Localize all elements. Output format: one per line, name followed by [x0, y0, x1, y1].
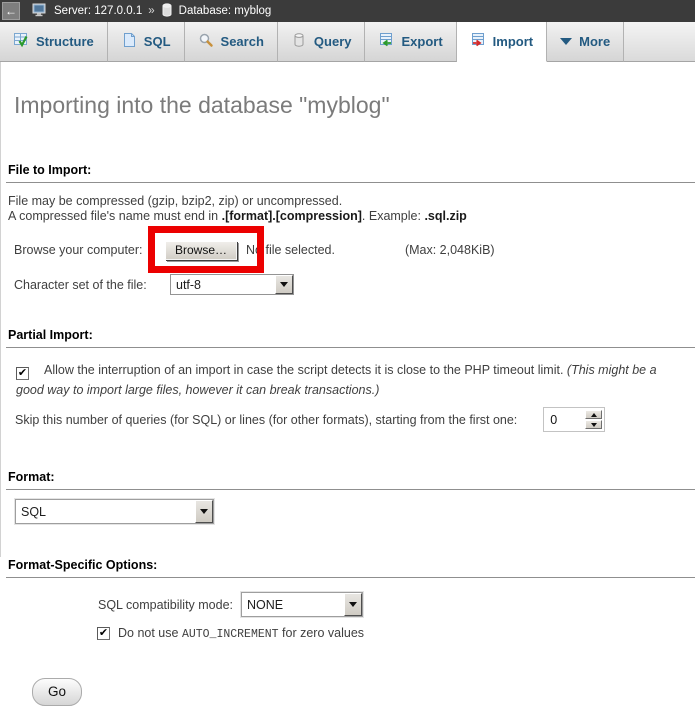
naming-rule-format: .[format].[compression] — [222, 209, 362, 223]
database-icon — [161, 3, 173, 20]
breadcrumb-bar: ← Server: 127.0.0.1 » Database: myblog — [0, 0, 695, 22]
chevron-down-icon — [560, 38, 572, 45]
zero-values-checkbox[interactable]: ✔ — [97, 627, 110, 640]
caret-down-icon — [200, 509, 208, 514]
max-size-note: (Max: 2,048KiB) — [405, 243, 495, 257]
section-heading-partial-import: Partial Import: — [6, 328, 695, 348]
browse-row: Browse your computer: Browse… No file se… — [6, 240, 695, 260]
caret-down-icon — [349, 602, 357, 607]
allow-interrupt-checkbox[interactable]: ✔ — [16, 367, 29, 380]
tab-label: Import — [493, 34, 533, 49]
tab-export[interactable]: Export — [365, 22, 456, 62]
zero-values-row: ✔ Do not use AUTO_INCREMENT for zero val… — [6, 626, 695, 641]
check-mark-icon: ✔ — [18, 368, 27, 379]
stepper-buttons — [585, 410, 602, 429]
skip-queries-value: 0 — [546, 413, 585, 427]
tab-sql[interactable]: SQL — [108, 22, 185, 62]
left-arrow-icon: ← — [5, 4, 17, 18]
export-icon — [378, 32, 394, 51]
dropdown-arrow-button[interactable] — [344, 593, 362, 616]
tab-label: Export — [401, 34, 442, 49]
format-row: SQL — [6, 499, 695, 524]
skip-queries-label: Skip this number of queries (for SQL) or… — [15, 413, 517, 427]
query-database-icon — [291, 32, 307, 51]
charset-select[interactable]: utf-8 — [170, 274, 294, 295]
sql-compat-label: SQL compatibility mode: — [98, 598, 233, 612]
tab-more[interactable]: More — [547, 22, 624, 62]
no-file-selected-text: No file selected. — [246, 243, 335, 257]
structure-icon — [13, 32, 29, 51]
naming-rule-example: .sql.zip — [424, 209, 466, 223]
tabbar-filler — [624, 22, 695, 62]
tab-label: More — [579, 34, 610, 49]
import-icon — [470, 32, 486, 51]
tab-label: SQL — [144, 34, 171, 49]
server-icon — [32, 3, 48, 20]
back-arrow-button[interactable]: ← — [2, 2, 20, 20]
skip-queries-stepper[interactable]: 0 — [543, 407, 605, 432]
caret-up-icon — [591, 413, 597, 417]
auto-increment-code: AUTO_INCREMENT — [182, 628, 279, 641]
tab-label: Search — [221, 34, 264, 49]
section-heading-format: Format: — [6, 470, 695, 490]
stepper-down-button[interactable] — [585, 420, 602, 429]
breadcrumb-database-link[interactable]: Database: myblog — [179, 5, 272, 17]
caret-down-icon — [280, 282, 288, 287]
content-left-border — [0, 62, 1, 557]
sql-compat-selected-value: NONE — [242, 598, 344, 612]
sql-compat-row: SQL compatibility mode: NONE — [6, 592, 695, 617]
allow-interrupt-row: ✔ Allow the interruption of an import in … — [6, 360, 678, 400]
browse-label: Browse your computer: — [14, 243, 165, 257]
tab-bar: Structure SQL Search Query — [0, 22, 695, 62]
tab-structure[interactable]: Structure — [0, 22, 108, 62]
go-button[interactable]: Go — [32, 678, 82, 706]
check-mark-icon: ✔ — [99, 628, 108, 639]
tab-import-active[interactable]: Import — [457, 22, 547, 62]
allow-interrupt-label: Allow the interruption of an import in c… — [44, 363, 567, 377]
section-format: Format: SQL — [6, 470, 695, 524]
breadcrumb-separator: » — [148, 5, 154, 17]
format-selected-value: SQL — [16, 505, 195, 519]
zero-label-suffix: for zero values — [279, 626, 364, 640]
section-heading-format-options: Format-Specific Options: — [6, 558, 695, 578]
sql-compat-select[interactable]: NONE — [241, 592, 363, 617]
caret-down-icon — [591, 423, 597, 427]
browse-button[interactable]: Browse… — [165, 241, 237, 260]
naming-rule-mid: . Example: — [362, 209, 425, 223]
tab-label: Query — [314, 34, 352, 49]
section-format-options: Format-Specific Options: SQL compatibili… — [6, 558, 695, 641]
file-import-description: File may be compressed (gzip, bzip2, zip… — [6, 194, 695, 224]
section-partial-import: Partial Import: ✔ Allow the interruption … — [6, 328, 695, 432]
sql-page-icon — [121, 32, 137, 51]
form-footer: Go — [0, 678, 695, 706]
dropdown-arrow-button[interactable] — [195, 500, 213, 523]
charset-row: Character set of the file: utf-8 — [6, 274, 695, 295]
dropdown-arrow-button[interactable] — [275, 275, 293, 294]
breadcrumb-server-link[interactable]: Server: 127.0.0.1 — [54, 5, 142, 17]
compression-line: File may be compressed (gzip, bzip2, zip… — [8, 194, 342, 208]
search-icon — [198, 32, 214, 51]
skip-queries-row: Skip this number of queries (for SQL) or… — [6, 407, 695, 432]
zero-values-label: Do not use AUTO_INCREMENT for zero value… — [118, 626, 364, 641]
section-heading-file-to-import: File to Import: — [6, 163, 695, 183]
zero-label-prefix: Do not use — [118, 626, 182, 640]
format-select[interactable]: SQL — [15, 499, 214, 524]
naming-rule-prefix: A compressed file's name must end in — [8, 209, 222, 223]
charset-selected-value: utf-8 — [171, 278, 275, 292]
charset-label: Character set of the file: — [14, 278, 170, 292]
stepper-up-button[interactable] — [585, 410, 602, 419]
tab-search[interactable]: Search — [185, 22, 278, 62]
tab-query[interactable]: Query — [278, 22, 366, 62]
section-file-to-import: File to Import: File may be compressed (… — [6, 163, 695, 295]
page-title: Importing into the database "myblog" — [14, 91, 695, 119]
tab-label: Structure — [36, 34, 94, 49]
